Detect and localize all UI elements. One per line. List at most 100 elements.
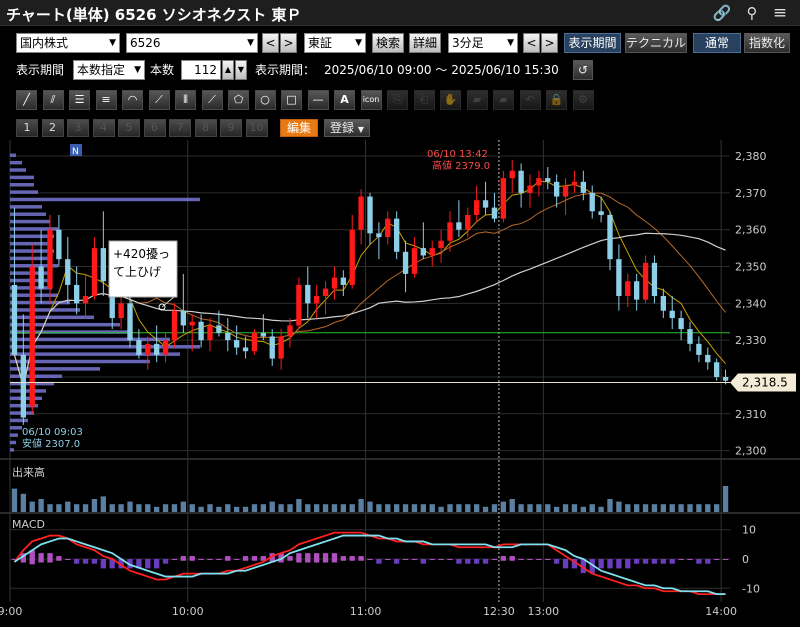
- macd-hist-bar: [296, 553, 302, 563]
- candle-body: [589, 192, 595, 212]
- hand-icon[interactable]: ✋: [440, 90, 461, 110]
- macd-hist-bar: [331, 553, 338, 563]
- eraser-all-icon[interactable]: ▰: [493, 90, 514, 110]
- volume-bar: [509, 499, 515, 512]
- callout-line-1: +420擾っ: [113, 247, 170, 261]
- lock-icon[interactable]: 🔒: [546, 90, 567, 110]
- volume-bar: [109, 504, 115, 512]
- link-icon[interactable]: 🔗: [712, 3, 732, 23]
- vertical-lines-icon[interactable]: ⦀: [175, 90, 196, 110]
- count-input[interactable]: 112: [181, 60, 221, 80]
- interval-select[interactable]: 3分足 ▼: [448, 33, 518, 53]
- prev-interval-button[interactable]: <: [523, 33, 540, 53]
- count-stepper[interactable]: ▲: [222, 60, 234, 80]
- undo-icon[interactable]: ↶: [519, 90, 541, 110]
- display-period-button[interactable]: 表示期間: [564, 33, 621, 53]
- macd-hist-bar: [198, 559, 204, 560]
- exchange-select[interactable]: 東証 ▼: [304, 33, 366, 53]
- layout-tab-4[interactable]: 4: [92, 119, 115, 137]
- code-select[interactable]: 6526 ▼: [126, 33, 258, 53]
- horizontal-line-icon[interactable]: —: [307, 90, 329, 110]
- layout-tab-10[interactable]: 10: [245, 119, 268, 137]
- hamburger-menu-icon[interactable]: ≡: [770, 3, 790, 23]
- macd-hist-bar: [429, 559, 435, 560]
- eraser-icon[interactable]: ▰: [466, 90, 488, 110]
- volume-profile-bar: [10, 168, 26, 172]
- volume-bar: [518, 504, 524, 512]
- candle-body: [251, 332, 258, 352]
- horizontal-lines-icon[interactable]: ☰: [69, 90, 90, 110]
- y-tick-label: 2,310: [735, 408, 767, 421]
- layout-tab-9[interactable]: 9: [220, 119, 242, 137]
- volume-bar: [420, 504, 426, 512]
- layout-tab-1[interactable]: 1: [16, 119, 38, 137]
- circle-icon[interactable]: ○: [254, 90, 276, 110]
- register-button[interactable]: 登録 ▼: [324, 119, 370, 137]
- rectangle-icon[interactable]: □: [281, 90, 302, 110]
- macd-hist-bar: [527, 559, 533, 560]
- fan-icon[interactable]: ⟋: [148, 90, 170, 110]
- candle-body: [696, 343, 702, 355]
- pentagon-icon[interactable]: ⬠: [228, 90, 249, 110]
- candle-body: [349, 229, 355, 285]
- normal-scale-button[interactable]: 通常: [693, 33, 741, 53]
- prev-code-button[interactable]: <: [262, 33, 279, 53]
- macd-hist-bar: [438, 559, 444, 560]
- macd-hist-bar: [65, 559, 71, 560]
- next-interval-button[interactable]: >: [541, 33, 558, 53]
- candle-body: [38, 266, 44, 289]
- parallel-lines-icon[interactable]: ⫽: [42, 90, 64, 110]
- refresh-icon[interactable]: ↺: [573, 60, 593, 80]
- volume-profile-bar: [10, 175, 34, 180]
- volume-bar: [527, 504, 533, 512]
- candle-body: [678, 318, 684, 330]
- macd-hist-bar: [287, 556, 293, 561]
- settings-icon[interactable]: ⚙: [572, 90, 594, 110]
- gann-fan-icon[interactable]: ⟋: [201, 90, 223, 110]
- market-select[interactable]: 国内株式 ▼: [16, 33, 120, 53]
- candle-body: [65, 259, 71, 285]
- copy-icon[interactable]: ⎘: [387, 90, 408, 110]
- detail-button[interactable]: 詳細: [409, 33, 441, 53]
- macd-hist-bar: [180, 556, 186, 561]
- period-mode-select[interactable]: 本数指定 ▼: [73, 60, 145, 80]
- paste-icon[interactable]: ⎗: [413, 90, 435, 110]
- search-icon[interactable]: ⚲: [742, 3, 762, 23]
- volume-profile-bar: [10, 160, 22, 165]
- volume-bar: [91, 499, 98, 512]
- count-dropdown-button[interactable]: ▼: [235, 60, 247, 80]
- macd-hist-bar: [385, 559, 391, 560]
- candle-body: [402, 251, 409, 274]
- edit-button[interactable]: 編集: [280, 119, 318, 137]
- volume-bar: [154, 506, 160, 512]
- emoji-icon[interactable]: icon: [360, 90, 382, 110]
- layout-tab-3[interactable]: 3: [67, 119, 89, 137]
- layout-tab-8[interactable]: 8: [194, 119, 217, 137]
- text-icon[interactable]: A: [334, 90, 355, 110]
- layout-tab-5[interactable]: 5: [118, 119, 140, 137]
- fibonacci-icon[interactable]: ≡: [95, 90, 117, 110]
- volume-bar: [180, 501, 186, 512]
- arc-icon[interactable]: ◠: [122, 90, 143, 110]
- volume-bar: [705, 504, 711, 512]
- volume-bars: [11, 486, 729, 512]
- search-button[interactable]: 検索: [372, 33, 404, 53]
- index-scale-button[interactable]: 指数化: [744, 33, 790, 53]
- candle-body: [260, 332, 266, 337]
- layout-tab-2[interactable]: 2: [41, 119, 64, 137]
- macd-hist-bar: [82, 559, 89, 564]
- candle-body: [358, 196, 364, 230]
- volume-bar: [678, 504, 684, 512]
- toolbar-primary: 国内株式 ▼ 6526 ▼ < > 東証 ▼ 検索 詳細 3分足 ▼ < > 表…: [0, 33, 800, 55]
- volume-bar: [651, 504, 658, 512]
- layout-tab-7[interactable]: 7: [169, 119, 191, 137]
- trendline-icon[interactable]: ╱: [16, 90, 37, 110]
- candle-body: [545, 178, 551, 182]
- macd-hist-bar: [56, 556, 62, 561]
- layout-tab-6[interactable]: 6: [143, 119, 166, 137]
- technical-button[interactable]: テクニカル: [625, 33, 687, 53]
- volume-profile-bar: [10, 219, 50, 224]
- candle-body: [625, 281, 631, 296]
- chart-canvas[interactable]: 9:00 10:00 11:00 12:30 13:00 14:00 2,300 2,310 2…: [0, 140, 800, 627]
- next-code-button[interactable]: >: [280, 33, 297, 53]
